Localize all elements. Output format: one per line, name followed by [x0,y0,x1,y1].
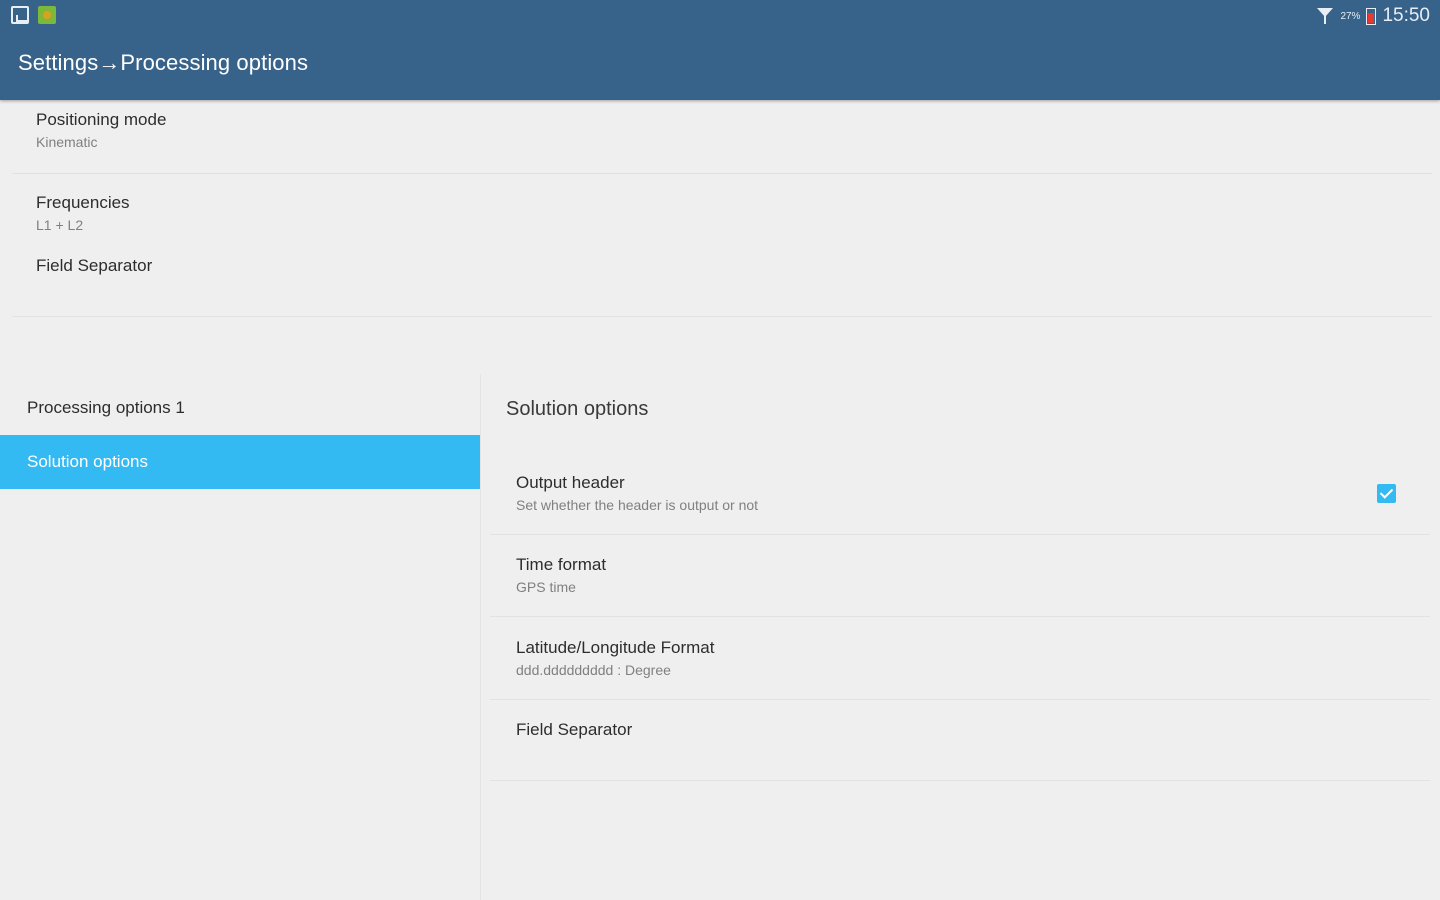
pref-title: Output header [516,473,625,492]
divider [12,173,1432,174]
pref-title: Field Separator [36,256,153,275]
pane-divider [480,374,481,900]
pref-title: Field Separator [516,720,633,739]
status-bar: 27% 15:50 [0,0,1440,32]
pref-summary: Set whether the header is output or not [516,497,759,513]
pref-positioning-mode[interactable]: Positioning mode Kinematic [36,110,166,150]
pref-summary: L1 + L2 [36,217,84,233]
pref-lat-lon-format[interactable]: Latitude/Longitude Format ddd.ddddddddd … [516,638,714,678]
section-title: Solution options [506,398,649,420]
page-title: Settings→Processing options [18,50,309,75]
status-indicators: 27% 15:50 [1316,4,1430,28]
action-bar: 27% 15:50 Settings→Processing options [0,0,1440,100]
pref-summary: GPS time [516,579,576,595]
clock: 15:50 [1382,5,1430,26]
pref-title: Frequencies [36,193,130,212]
divider [12,316,1432,317]
pref-output-header[interactable]: Output header Set whether the header is … [516,473,758,513]
pref-summary: Kinematic [36,134,98,150]
divider [490,780,1430,781]
pref-time-format[interactable]: Time format GPS time [516,555,606,595]
pref-title: Positioning mode [36,110,167,129]
battery-percentage: 27% [1340,10,1361,22]
pref-title: Latitude/Longitude Format [516,638,715,657]
header-processing-options-1[interactable]: Processing options 1 [0,381,480,435]
battery-icon [1366,7,1377,25]
pref-field-separator[interactable]: Field Separator [36,256,152,276]
output-header-checkbox[interactable] [1377,484,1396,503]
pref-frequencies[interactable]: Frequencies L1 + L2 [36,193,130,233]
divider [490,616,1430,617]
pref-summary: ddd.ddddddddd : Degree [516,662,671,678]
pref-field-separator-solution[interactable]: Field Separator [516,720,632,740]
pref-title: Time format [516,555,607,574]
preference-headers: Processing options 1 Solution options [0,374,480,900]
gallery-notification-icon [11,6,29,24]
divider [490,534,1430,535]
wifi-icon [1316,7,1334,25]
app-notification-icon [38,6,56,24]
header-solution-options[interactable]: Solution options [0,435,480,489]
divider [490,699,1430,700]
